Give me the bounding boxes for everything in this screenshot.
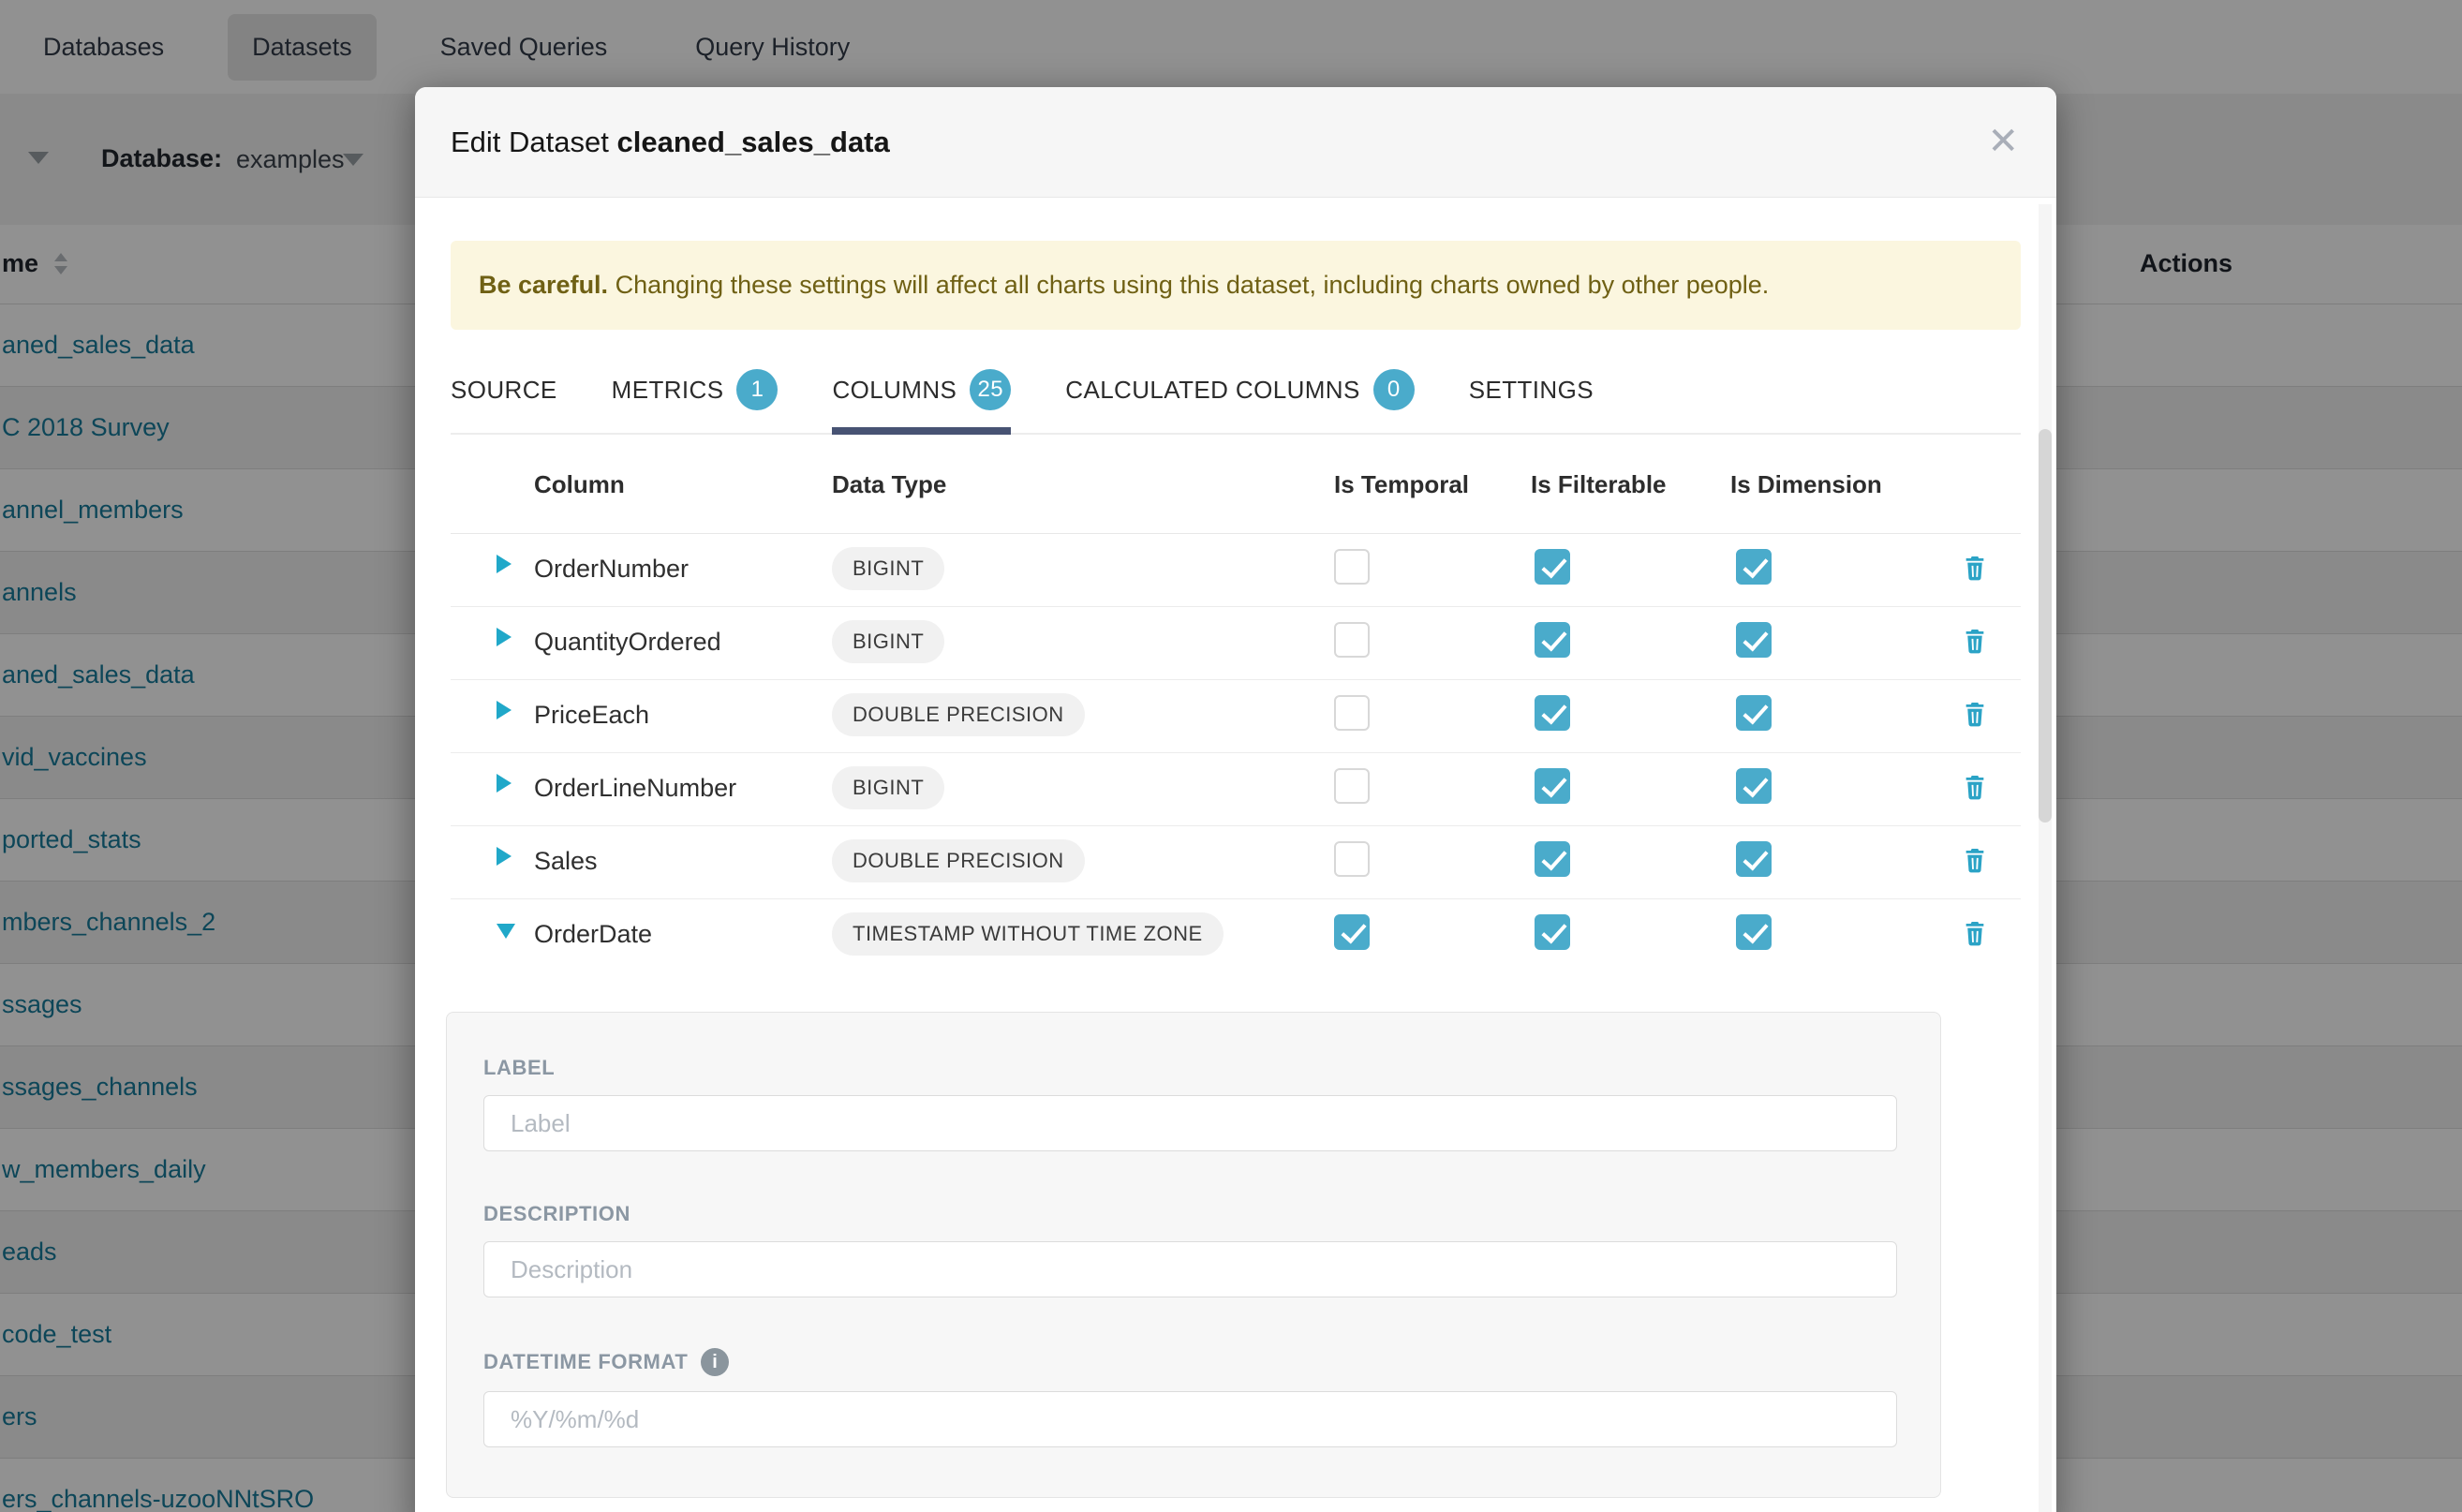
delete-column-icon[interactable] <box>1960 772 1990 802</box>
expand-caret-icon[interactable] <box>497 628 512 646</box>
tab-count-badge: 1 <box>736 369 778 410</box>
warning-banner-bold: Be careful. <box>479 271 608 299</box>
column-row: QuantityOrdered BIGINT <box>451 607 2021 680</box>
data-type-pill: DOUBLE PRECISION <box>832 693 1085 736</box>
info-icon[interactable]: i <box>701 1348 729 1376</box>
column-name: OrderLineNumber <box>534 774 736 803</box>
is-dimension-header: Is Dimension <box>1730 470 1882 499</box>
modal-tab[interactable]: COLUMNS 25 <box>832 369 1011 435</box>
is-filterable-header: Is Filterable <box>1531 470 1667 499</box>
is-filterable-checkbox[interactable] <box>1535 695 1570 731</box>
data-type-pill: TIMESTAMP WITHOUT TIME ZONE <box>832 912 1224 956</box>
modal-title: Edit Dataset cleaned_sales_data <box>451 126 890 159</box>
tab-count-badge: 25 <box>970 369 1011 410</box>
modal-tab-label: METRICS <box>612 376 724 405</box>
column-row: OrderDate TIMESTAMP WITHOUT TIME ZONE <box>451 899 2021 972</box>
columns-table-body: OrderNumber BIGINT Q <box>451 534 2021 972</box>
description-input[interactable] <box>483 1241 1897 1297</box>
column-name: OrderDate <box>534 920 652 949</box>
datetime-format-input[interactable] <box>483 1391 1897 1447</box>
column-name: QuantityOrdered <box>534 628 721 657</box>
column-name: OrderNumber <box>534 555 689 584</box>
is-temporal-checkbox[interactable] <box>1334 695 1370 731</box>
delete-column-icon[interactable] <box>1960 699 1990 729</box>
close-icon[interactable]: ✕ <box>1980 115 2026 168</box>
is-temporal-checkbox[interactable] <box>1334 914 1370 950</box>
is-filterable-checkbox[interactable] <box>1535 841 1570 877</box>
datetime-format-label-text: DATETIME FORMAT <box>483 1350 688 1374</box>
is-temporal-header: Is Temporal <box>1334 470 1469 499</box>
modal-title-dataset-name: cleaned_sales_data <box>617 126 890 158</box>
column-row: Sales DOUBLE PRECISION <box>451 826 2021 899</box>
is-temporal-checkbox[interactable] <box>1334 841 1370 877</box>
datetime-format-field-label: DATETIME FORMAT i <box>483 1348 1897 1376</box>
column-row: OrderLineNumber BIGINT <box>451 753 2021 826</box>
is-temporal-checkbox[interactable] <box>1334 768 1370 804</box>
modal-tab-label: CALCULATED COLUMNS <box>1065 376 1359 405</box>
modal-header: Edit Dataset cleaned_sales_data ✕ <box>415 87 2056 198</box>
modal-title-prefix: Edit Dataset <box>451 126 609 158</box>
is-filterable-checkbox[interactable] <box>1535 914 1570 950</box>
column-row: PriceEach DOUBLE PRECISION <box>451 680 2021 753</box>
warning-banner-text: Changing these settings will affect all … <box>608 271 1769 299</box>
scrollbar-thumb[interactable] <box>2039 429 2052 823</box>
modal-body: Be careful. Changing these settings will… <box>415 241 2056 1498</box>
is-filterable-checkbox[interactable] <box>1535 622 1570 658</box>
modal-tabs: SOURCE METRICS 1 COLUMNS 25 CALCUL <box>451 369 2021 435</box>
data-type-pill: BIGINT <box>832 620 944 663</box>
data-type-pill: DOUBLE PRECISION <box>832 839 1085 882</box>
is-temporal-checkbox[interactable] <box>1334 622 1370 658</box>
expand-caret-icon[interactable] <box>497 555 512 573</box>
is-dimension-checkbox[interactable] <box>1736 768 1772 804</box>
screen: Databases Datasets Saved Queries Query H… <box>0 0 2462 1512</box>
modal-tab-label: SOURCE <box>451 376 557 405</box>
tab-count-badge: 0 <box>1373 369 1415 410</box>
is-dimension-checkbox[interactable] <box>1736 695 1772 731</box>
is-dimension-checkbox[interactable] <box>1736 549 1772 585</box>
column-name: Sales <box>534 847 598 876</box>
modal-tab-label: SETTINGS <box>1469 376 1594 405</box>
is-temporal-checkbox[interactable] <box>1334 549 1370 585</box>
data-type-pill: BIGINT <box>832 547 944 590</box>
columns-table-header: Column Data Type Is Temporal Is Filterab… <box>451 435 2021 534</box>
is-filterable-checkbox[interactable] <box>1535 549 1570 585</box>
label-input[interactable] <box>483 1095 1897 1151</box>
delete-column-icon[interactable] <box>1960 845 1990 875</box>
modal-tab-label: COLUMNS <box>832 376 957 405</box>
delete-column-icon[interactable] <box>1960 626 1990 656</box>
modal-scrollbar[interactable] <box>2039 204 2052 1512</box>
expand-caret-icon[interactable] <box>497 701 512 719</box>
label-field-label: LABEL <box>483 1056 1897 1080</box>
column-header: Column <box>534 470 625 499</box>
data-type-header: Data Type <box>832 470 946 499</box>
edit-dataset-modal: Edit Dataset cleaned_sales_data ✕ Be car… <box>415 87 2056 1512</box>
modal-tab[interactable]: SETTINGS <box>1469 369 1594 435</box>
is-dimension-checkbox[interactable] <box>1736 914 1772 950</box>
description-field-label: DESCRIPTION <box>483 1202 1897 1226</box>
expand-caret-icon[interactable] <box>497 774 512 793</box>
expand-caret-icon[interactable] <box>497 924 515 939</box>
is-dimension-checkbox[interactable] <box>1736 622 1772 658</box>
modal-tab[interactable]: CALCULATED COLUMNS 0 <box>1065 369 1414 435</box>
delete-column-icon[interactable] <box>1960 918 1990 948</box>
column-row: OrderNumber BIGINT <box>451 534 2021 607</box>
column-detail-panel: LABEL DESCRIPTION DATETIME FORMAT i <box>446 1012 1941 1498</box>
is-dimension-checkbox[interactable] <box>1736 841 1772 877</box>
is-filterable-checkbox[interactable] <box>1535 768 1570 804</box>
warning-banner: Be careful. Changing these settings will… <box>451 241 2021 330</box>
modal-tab[interactable]: SOURCE <box>451 369 557 435</box>
expand-caret-icon[interactable] <box>497 847 512 866</box>
modal-tab[interactable]: METRICS 1 <box>612 369 779 435</box>
delete-column-icon[interactable] <box>1960 553 1990 583</box>
column-name: PriceEach <box>534 701 649 730</box>
data-type-pill: BIGINT <box>832 766 944 809</box>
